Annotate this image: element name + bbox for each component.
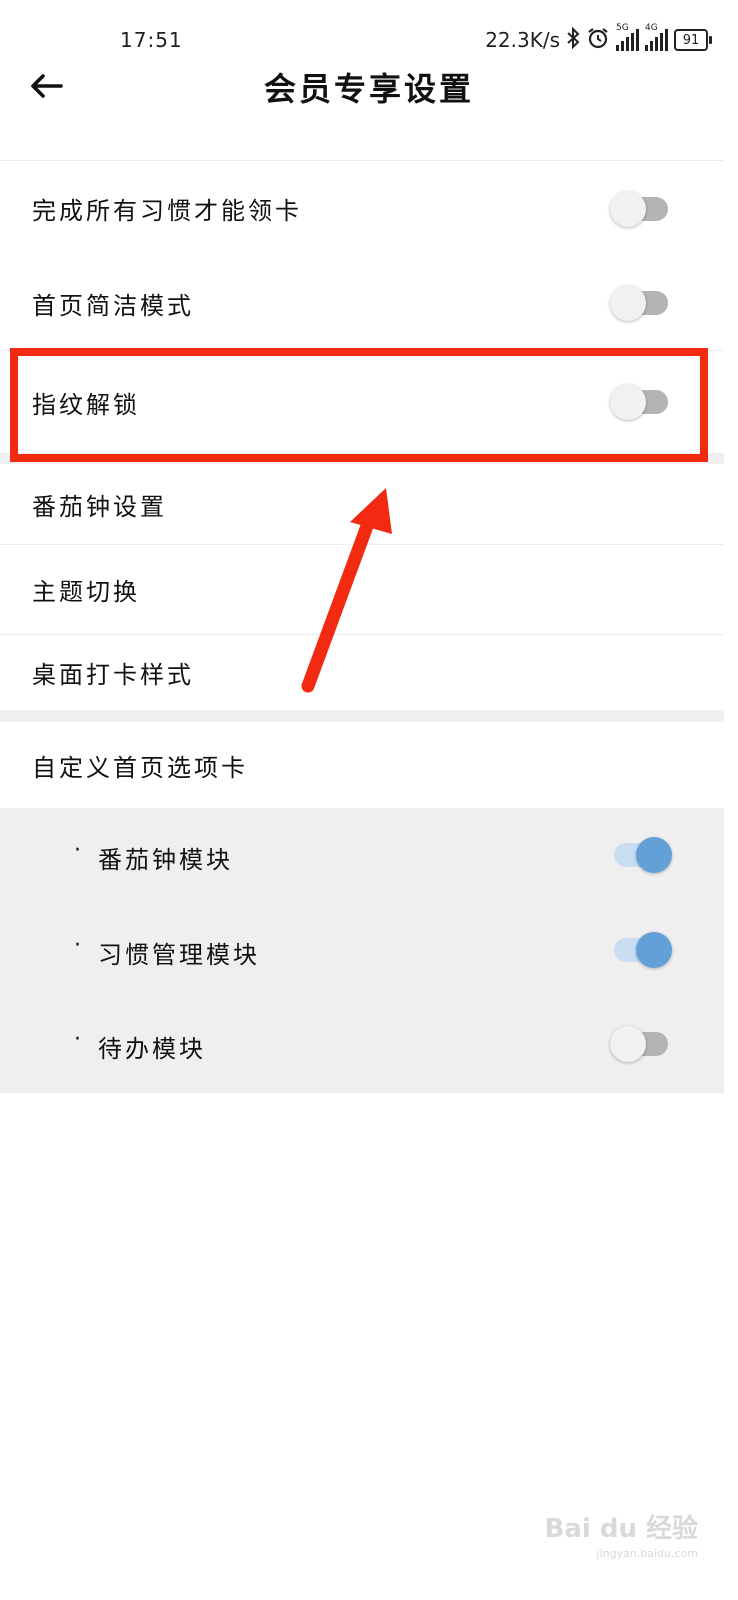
- fingerprint-unlock-toggle[interactable]: [610, 384, 672, 420]
- bullet: ·: [74, 1027, 81, 1052]
- setting-label: 指纹解锁: [32, 390, 140, 419]
- page-title: 会员专享设置: [263, 70, 474, 108]
- tab-item-pomodoro[interactable]: · 番茄钟模块: [0, 808, 724, 903]
- alarm-icon: [586, 26, 610, 55]
- bullet: ·: [74, 933, 81, 958]
- setting-label: 桌面打卡样式: [32, 660, 194, 689]
- tab-item-label: 番茄钟模块: [98, 846, 233, 874]
- battery-indicator: 91: [674, 29, 712, 51]
- pomodoro-module-toggle[interactable]: [610, 837, 672, 873]
- section-divider: [0, 454, 724, 464]
- setting-row-custom-tabs[interactable]: 自定义首页选项卡: [0, 722, 724, 808]
- simple-mode-toggle[interactable]: [610, 285, 672, 321]
- setting-label: 首页简洁模式: [32, 291, 194, 320]
- habits-module-toggle[interactable]: [610, 932, 672, 968]
- setting-row-desktop-style[interactable]: 桌面打卡样式: [0, 635, 724, 709]
- network-speed: 22.3K/s: [485, 28, 560, 52]
- tab-item-label: 待办模块: [98, 1035, 206, 1063]
- setting-row-pomodoro[interactable]: 番茄钟设置: [0, 464, 724, 545]
- setting-label: 主题切换: [32, 578, 140, 606]
- status-bar: 17:51 22.3K/s 5G 4G 91: [0, 20, 738, 60]
- tab-item-todo[interactable]: · 待办模块: [0, 997, 724, 1093]
- bluetooth-icon: [566, 26, 580, 54]
- setting-label: 番茄钟设置: [32, 492, 167, 521]
- setting-label: 完成所有习惯才能领卡: [32, 197, 302, 225]
- signal-4g-icon: 4G: [645, 23, 668, 51]
- status-time: 17:51: [120, 28, 183, 52]
- watermark-url: jingyan.baidu.com: [596, 1547, 698, 1560]
- todo-module-toggle[interactable]: [610, 1026, 672, 1062]
- watermark: Bai du 经验 jingyan.baidu.com: [545, 1508, 699, 1560]
- watermark-brand: Bai du 经验: [544, 1514, 699, 1544]
- tab-item-habits[interactable]: · 习惯管理模块: [0, 903, 724, 997]
- section-divider: [0, 710, 724, 722]
- setting-row-fingerprint-unlock[interactable]: 指纹解锁: [0, 351, 724, 454]
- tab-item-label: 习惯管理模块: [98, 941, 260, 969]
- complete-habits-toggle[interactable]: [610, 190, 672, 227]
- bullet: ·: [74, 838, 81, 863]
- signal-5g-icon: 5G: [616, 23, 639, 51]
- setting-row-simple-mode[interactable]: 首页简洁模式: [0, 256, 724, 351]
- setting-label: 自定义首页选项卡: [32, 753, 248, 782]
- setting-row-theme[interactable]: 主题切换: [0, 545, 724, 635]
- setting-row-complete-all-habits[interactable]: 完成所有习惯才能领卡: [0, 160, 724, 257]
- header: 会员专享设置: [0, 60, 738, 110]
- status-icons: 22.3K/s 5G 4G 91: [485, 23, 712, 55]
